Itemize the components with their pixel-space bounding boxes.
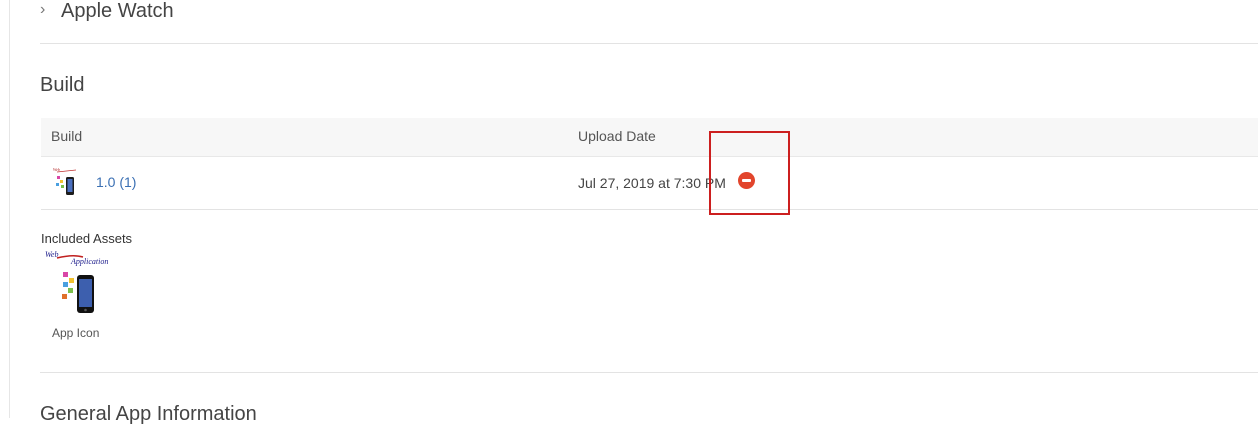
icon-text-web: Web — [45, 250, 58, 259]
section-title-general-app-information: General App Information — [40, 403, 257, 425]
chevron-right-icon[interactable]: › — [40, 1, 45, 19]
app-icon-label: App Icon — [52, 326, 100, 340]
icon-text-application: Application — [70, 257, 108, 266]
apple-watch-section[interactable]: › Apple Watch — [40, 0, 1258, 44]
column-header-upload-date: Upload Date — [578, 128, 656, 144]
section-title-apple-watch[interactable]: Apple Watch — [61, 0, 174, 23]
left-divider — [9, 0, 10, 418]
section-divider — [40, 372, 1258, 373]
svg-text:Web: Web — [53, 167, 60, 172]
upload-date: Jul 27, 2019 at 7:30 PM — [578, 175, 726, 191]
table-row: Web 1.0 (1) Jul 27, 2019 at 7:30 PM — [41, 157, 1258, 210]
included-assets-title: Included Assets — [41, 231, 133, 246]
app-thumbnail-icon: Web — [53, 167, 77, 195]
column-header-build: Build — [51, 128, 83, 144]
build-table: Build Upload Date Web 1.0 (1) Jul 27, 20… — [41, 118, 1258, 210]
app-icon-image: Web Application — [45, 250, 108, 313]
build-version-link[interactable]: 1.0 (1) — [96, 174, 136, 190]
highlight-annotation-box — [709, 131, 790, 215]
table-header: Build Upload Date — [41, 118, 1258, 157]
section-title-build: Build — [40, 74, 85, 96]
